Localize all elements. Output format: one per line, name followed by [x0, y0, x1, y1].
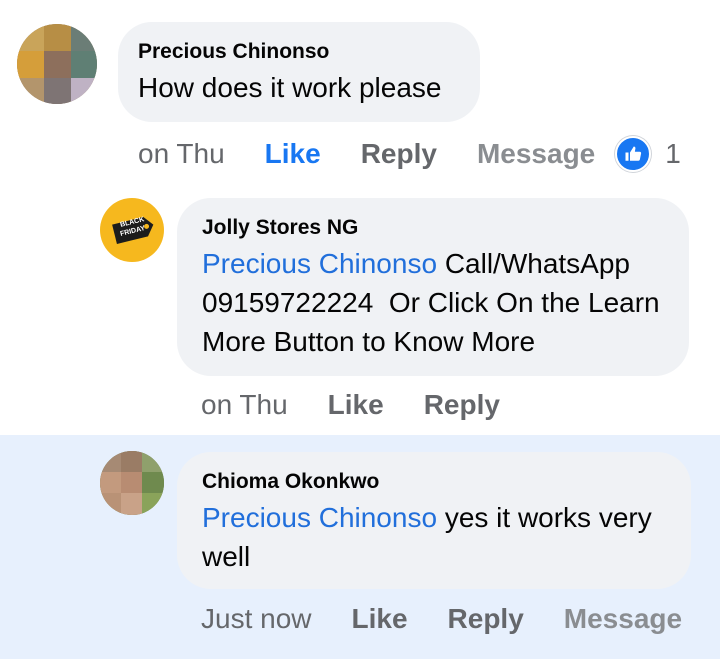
reply-button[interactable]: Reply [424, 389, 500, 421]
comment-bubble: Jolly Stores NG Precious Chinonso Call/W… [177, 198, 689, 376]
message-button[interactable]: Message [564, 603, 682, 635]
reply-jolly-stores-ng: BLACK FRIDAY Jolly Stores NG Precious Ch… [0, 190, 720, 435]
comment-bubble: Chioma Okonkwo Precious Chinonso yes it … [177, 452, 691, 589]
message-button[interactable]: Message [477, 138, 595, 170]
comment-time[interactable]: Just now [201, 603, 312, 635]
like-button[interactable]: Like [352, 603, 408, 635]
comment-actions: on Thu Like Reply Message 1 [138, 136, 683, 172]
reply-button[interactable]: Reply [448, 603, 524, 635]
avatar-chioma-okonkwo[interactable] [100, 451, 164, 515]
comment-text-line: Call/WhatsApp [444, 248, 630, 279]
mention-link[interactable]: Precious Chinonso [202, 502, 437, 533]
avatar-jolly-stores-ng[interactable]: BLACK FRIDAY [100, 198, 164, 262]
comment-author[interactable]: Chioma Okonkwo [202, 470, 671, 494]
comment-time[interactable]: on Thu [201, 389, 288, 421]
comment-text-line: 09159722224 Or Click On the Learn [202, 287, 660, 318]
comment-text-line: well [202, 541, 251, 572]
comment-text-line: yes it works very [444, 502, 652, 533]
reaction-count[interactable]: 1 [665, 138, 681, 170]
comment-precious-chinonso: Precious Chinonso How does it work pleas… [0, 0, 720, 190]
mention-link[interactable]: Precious Chinonso [202, 248, 437, 279]
comment-text: Precious Chinonso Call/WhatsApp 09159722… [202, 244, 669, 361]
comment-text: Precious Chinonso yes it works very well [202, 498, 671, 576]
comment-actions: Just now Like Reply Message [201, 603, 682, 635]
comment-bubble: Precious Chinonso How does it work pleas… [118, 22, 480, 122]
comment-author[interactable]: Jolly Stores NG [202, 216, 669, 240]
avatar-pixelated-image [100, 451, 164, 515]
like-thumb-icon[interactable] [615, 136, 652, 172]
comment-text-line: More Button to Know More [202, 326, 536, 357]
comment-actions: on Thu Like Reply [201, 389, 500, 421]
comment-author[interactable]: Precious Chinonso [138, 40, 458, 64]
avatar-pixelated-image [17, 24, 97, 104]
reply-chioma-okonkwo: Chioma Okonkwo Precious Chinonso yes it … [0, 435, 720, 659]
comment-text: How does it work please [138, 72, 442, 103]
like-button[interactable]: Like [265, 138, 321, 170]
comment-time[interactable]: on Thu [138, 138, 225, 170]
avatar-precious-chinonso[interactable] [17, 24, 97, 104]
like-button[interactable]: Like [328, 389, 384, 421]
reply-button[interactable]: Reply [361, 138, 437, 170]
